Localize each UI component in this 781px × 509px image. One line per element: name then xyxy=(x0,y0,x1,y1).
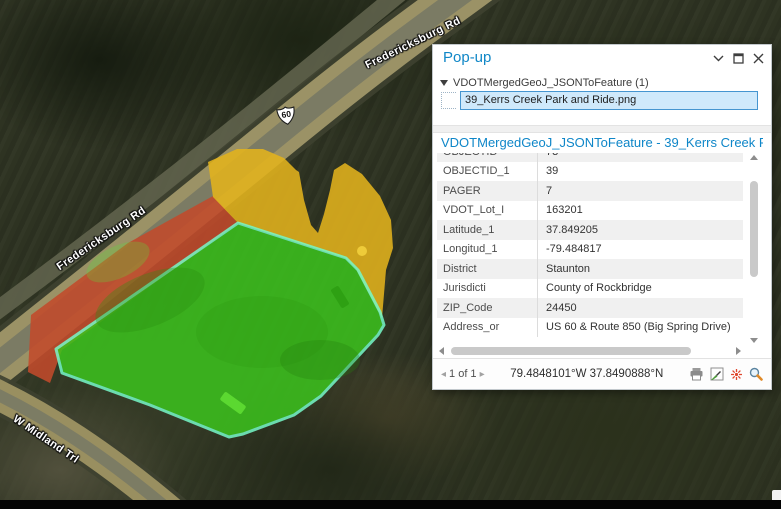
attachment-item-row: 39_Kerrs Creek Park and Ride.png xyxy=(441,91,758,110)
field-name: ZIP_Code xyxy=(437,302,537,314)
field-name: District xyxy=(437,263,537,275)
previous-feature-icon[interactable]: ◂ xyxy=(441,369,446,380)
scroll-right-icon[interactable] xyxy=(736,347,741,355)
svg-text:60: 60 xyxy=(281,109,292,120)
coordinates-readout: 79.4848101°W 37.8490888°N xyxy=(485,368,689,380)
scroll-left-icon[interactable] xyxy=(439,347,444,355)
field-name: Latitude_1 xyxy=(437,224,537,236)
zoom-to-feature-icon[interactable] xyxy=(749,367,763,381)
attribute-table: OBJECTID73OBJECTID_139PAGER7VDOT_Lot_I16… xyxy=(437,153,743,337)
field-name: Jurisdicti xyxy=(437,282,537,294)
vertical-scrollbar[interactable] xyxy=(747,153,761,345)
chevron-down-icon[interactable] xyxy=(713,55,724,62)
scroll-up-icon[interactable] xyxy=(750,155,758,160)
vegetation-blob xyxy=(280,340,360,380)
horizontal-scrollbar[interactable] xyxy=(437,345,743,358)
field-value: County of Rockbridge xyxy=(537,279,743,299)
table-row: OBJECTID_139 xyxy=(437,162,743,182)
us-60-shield-icon: 60 xyxy=(275,104,299,127)
popup-footer: ◂ 1 of 1 ▸ 79.4848101°W 37.8490888°N xyxy=(433,358,771,389)
letterbox-bar xyxy=(0,500,781,509)
maximize-icon[interactable] xyxy=(733,53,744,64)
field-value: 163201 xyxy=(537,201,743,221)
field-value: US 60 & Route 850 (Big Spring Drive) xyxy=(537,318,743,338)
table-row: Address_orUS 60 & Route 850 (Big Spring … xyxy=(437,318,743,338)
field-name: Longitud_1 xyxy=(437,243,537,255)
popup-panel: Pop-up VDOTMergedGeoJ_JSONToFeature (1) … xyxy=(432,44,772,390)
table-row: VDOT_Lot_I163201 xyxy=(437,201,743,221)
field-name: OBJECTID_1 xyxy=(437,165,537,177)
table-row: PAGER7 xyxy=(437,181,743,201)
tree-guide-icon xyxy=(441,92,456,109)
popup-header: Pop-up xyxy=(433,45,771,72)
feature-title: VDOTMergedGeoJ_JSONToFeature - 39_Kerrs … xyxy=(441,135,763,150)
table-row: ZIP_Code24450 xyxy=(437,298,743,318)
tree-expander-icon[interactable] xyxy=(440,80,448,86)
table-row: Latitude_137.849205 xyxy=(437,220,743,240)
attachment-layer-node[interactable]: VDOTMergedGeoJ_JSONToFeature (1) xyxy=(440,77,649,89)
scroll-down-icon[interactable] xyxy=(750,338,758,343)
field-value: 7 xyxy=(537,181,743,201)
attribute-table-region: OBJECTID73OBJECTID_139PAGER7VDOT_Lot_I16… xyxy=(437,153,743,343)
horizontal-scroll-thumb[interactable] xyxy=(451,347,691,355)
field-name: VDOT_Lot_I xyxy=(437,204,537,216)
field-name: OBJECTID xyxy=(437,153,537,158)
popup-divider xyxy=(433,125,771,133)
table-row: OBJECTID73 xyxy=(437,153,743,162)
edit-popup-icon[interactable] xyxy=(710,367,724,381)
field-value: Staunton xyxy=(537,259,743,279)
parcel-yellow-spot xyxy=(357,246,367,256)
field-value: 73 xyxy=(537,153,743,162)
flash-feature-icon[interactable] xyxy=(730,368,743,381)
feature-pager: ◂ 1 of 1 ▸ xyxy=(441,368,485,380)
field-value: 37.849205 xyxy=(537,220,743,240)
field-name: PAGER xyxy=(437,185,537,197)
print-icon[interactable] xyxy=(689,367,704,381)
table-row: DistrictStaunton xyxy=(437,259,743,279)
table-row: JurisdictiCounty of Rockbridge xyxy=(437,279,743,299)
application-window: Fredericksburg Rd Fredericksburg Rd W Mi… xyxy=(0,0,781,509)
close-icon[interactable] xyxy=(753,53,764,64)
pager-text: 1 of 1 xyxy=(449,368,477,380)
popup-title: Pop-up xyxy=(443,49,491,66)
field-value: 24450 xyxy=(537,298,743,318)
table-row: Longitud_1-79.484817 xyxy=(437,240,743,260)
field-name: Address_or xyxy=(437,321,537,333)
field-value: 39 xyxy=(537,162,743,182)
attachment-layer-label: VDOTMergedGeoJ_JSONToFeature (1) xyxy=(453,77,649,89)
vertical-scroll-thumb[interactable] xyxy=(750,181,758,277)
attachment-item-selected[interactable]: 39_Kerrs Creek Park and Ride.png xyxy=(460,91,758,110)
field-value: -79.484817 xyxy=(537,240,743,260)
